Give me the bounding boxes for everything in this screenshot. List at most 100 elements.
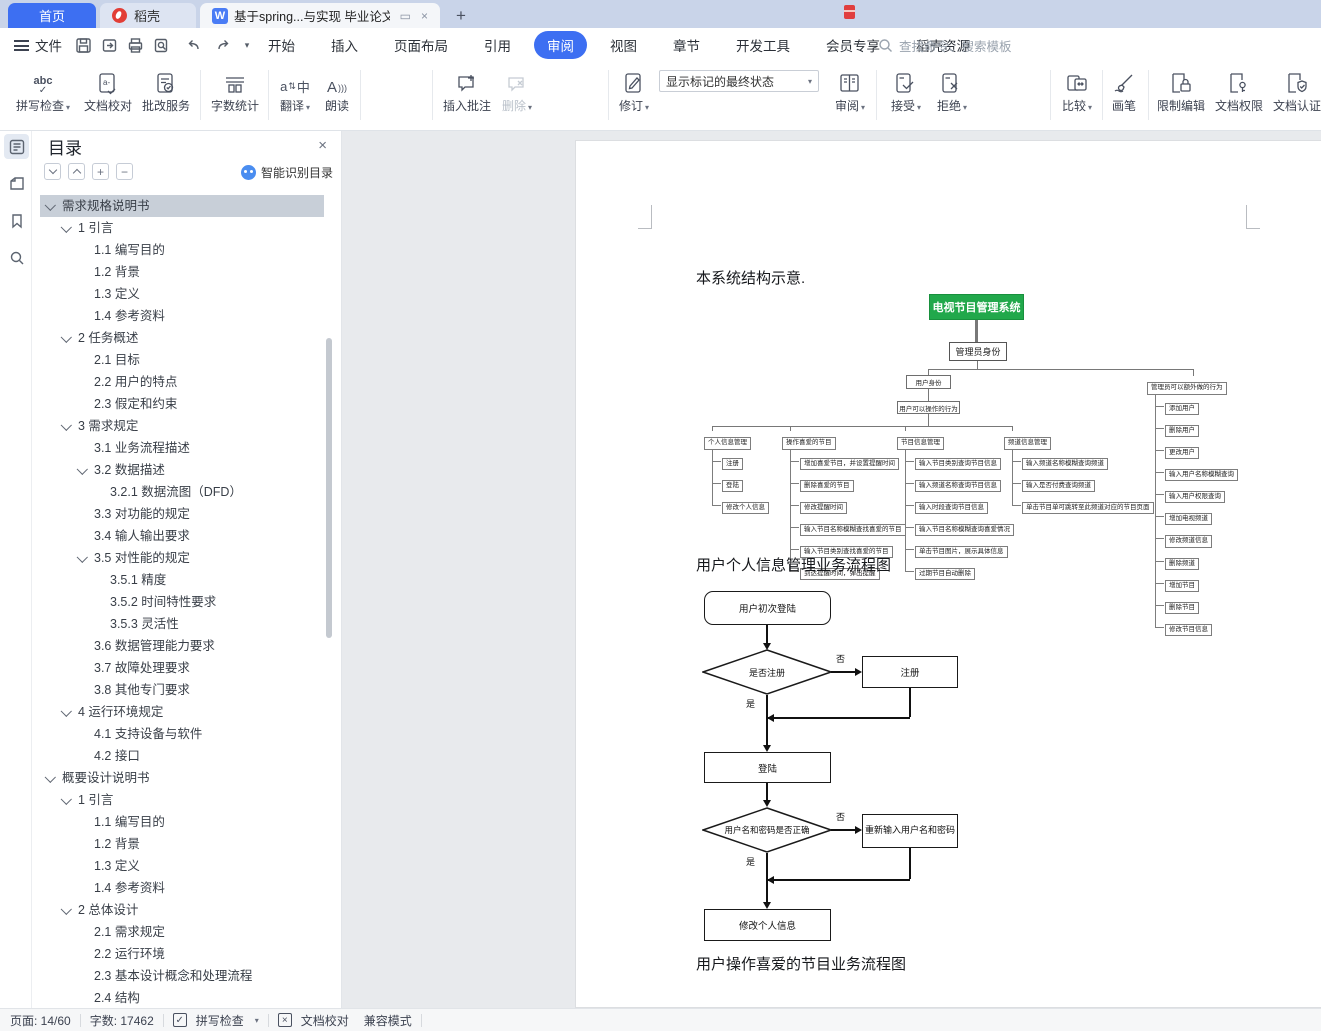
chevron-down-icon[interactable] [44,771,56,783]
new-tab-button[interactable]: + [450,5,472,27]
toc-item[interactable]: 1 引言 [40,789,324,811]
spell-caret-icon[interactable]: ▾ [255,1016,259,1025]
chevron-down-icon[interactable] [60,221,72,233]
toc-item[interactable]: 1.2 背景 [40,261,324,283]
toc-item[interactable]: 4.2 接口 [40,745,324,767]
toc-item[interactable]: 3.7 故障处理要求 [40,657,324,679]
correction-service-button[interactable]: 批改服务 [138,66,194,126]
doc-proof-button[interactable]: a- 文档校对 [80,66,136,126]
word-count-button[interactable]: 字数统计 [206,66,264,126]
toc-item[interactable]: 3.5.2 时间特性要求 [40,591,324,613]
file-menu-button[interactable]: 文件 [14,34,62,56]
brush-button[interactable]: 画笔 [1106,66,1142,126]
restrict-edit-button[interactable]: 限制编辑 [1154,66,1208,126]
insert-comment-button[interactable]: 插入批注 [438,66,496,126]
redo-button[interactable] [212,35,234,55]
toc-item[interactable]: 2.3 假定和约束 [40,393,324,415]
reject-button[interactable]: 拒绝 ▾ [930,66,974,126]
chevron-down-icon[interactable] [60,903,72,915]
toc-item[interactable]: 3.5 对性能的规定 [40,547,324,569]
toc-item[interactable]: 3.6 数据管理能力要求 [40,635,324,657]
print-preview-button[interactable] [150,35,172,55]
toc-item[interactable]: 2.4 结构 [40,987,324,1009]
search-panel-icon[interactable] [4,245,29,270]
spell-check-status[interactable]: 拼写检查 [196,1012,244,1029]
menu-tab-开始[interactable]: 开始 [255,31,308,59]
toc-item[interactable]: 3.3 对功能的规定 [40,503,324,525]
smart-recognize-button[interactable]: 智能识别目录 [240,164,333,181]
toc-item[interactable]: 1.2 背景 [40,833,324,855]
tab-home[interactable]: 首页 [8,3,96,28]
translate-button[interactable]: a ⇅ 中 翻译 ▾ [274,66,316,126]
chevron-down-icon[interactable] [44,199,56,211]
toc-item[interactable]: 1.3 定义 [40,283,324,305]
document-canvas[interactable]: 本系统结构示意. 电视节目管理系统 管理员身份 用户身份 用户可以操作的行为 个… [342,131,1321,1008]
menu-tab-审阅[interactable]: 审阅 [534,31,587,59]
toc-panel-icon[interactable] [4,134,29,159]
chevron-down-icon[interactable] [76,463,88,475]
menu-tab-章节[interactable]: 章节 [660,31,713,59]
toc-item[interactable]: 1.3 定义 [40,855,324,877]
chevron-down-icon[interactable] [60,793,72,805]
tab-docer[interactable]: 稻壳 [100,3,196,28]
toc-item[interactable]: 2.1 目标 [40,349,324,371]
print-button[interactable] [124,35,146,55]
toc-item[interactable]: 2 总体设计 [40,899,324,921]
close-tab-icon[interactable]: × [421,9,428,23]
toc-item[interactable]: 概要设计说明书 [40,767,324,789]
zoom-out-outline-button[interactable]: − [116,163,133,180]
toc-item[interactable]: 2.1 需求规定 [40,921,324,943]
toc-item[interactable]: 4.1 支持设备与软件 [40,723,324,745]
red-packet-icon[interactable] [844,5,855,19]
toc-item[interactable]: 3.4 输人输出要求 [40,525,324,547]
menu-tab-插入[interactable]: 插入 [318,31,371,59]
toc-item[interactable]: 3.5.3 灵活性 [40,613,324,635]
spell-check-toggle-icon[interactable]: ✓ [172,1013,187,1027]
delete-comment-button[interactable]: 删除 ▾ [498,66,536,126]
toc-item[interactable]: 1.1 编写目的 [40,811,324,833]
toc-item[interactable]: 2 任务概述 [40,327,324,349]
command-search[interactable]: 查找命令、搜索模板 [878,36,1012,55]
toc-item[interactable]: 3 需求规定 [40,415,324,437]
chevron-down-icon[interactable] [60,705,72,717]
word-count-indicator[interactable]: 字数: 17462 [90,1012,154,1029]
toc-item[interactable]: 3.8 其他专门要求 [40,679,324,701]
markup-state-combobox[interactable]: 显示标记的最终状态 ▾ [659,70,819,92]
compare-button[interactable]: 比较 ▾ [1056,66,1098,126]
toc-item[interactable]: 2.3 基本设计概念和处理流程 [40,965,324,987]
toc-item[interactable]: 3.1 业务流程描述 [40,437,324,459]
page-indicator[interactable]: 页面: 14/60 [10,1012,71,1029]
chevron-down-icon[interactable] [76,551,88,563]
toc-scrollbar[interactable] [326,338,332,638]
toc-item[interactable]: 1.4 参考资料 [40,877,324,899]
track-changes-button[interactable]: 修订 ▾ [614,66,654,126]
doc-proof-toggle-icon[interactable]: × [277,1013,292,1027]
chevron-down-icon[interactable] [60,331,72,343]
tab-document[interactable]: W 基于spring...与实现 毕业论文 ▭ × [200,3,440,28]
toc-item[interactable]: 1.4 参考资料 [40,305,324,327]
export-button[interactable] [98,35,120,55]
tag-icon[interactable] [4,171,29,196]
toc-item[interactable]: 1.1 编写目的 [40,239,324,261]
doc-proof-status[interactable]: 文档校对 [301,1012,349,1029]
review-button[interactable]: 审阅 ▾ [830,66,870,126]
menu-tab-开发工具[interactable]: 开发工具 [723,31,803,59]
toc-item[interactable]: 3.2.1 数据流图（DFD） [40,481,324,503]
doc-verify-button[interactable]: 文档认证 [1270,66,1321,126]
collapse-all-button[interactable] [68,163,85,180]
menu-tab-视图[interactable]: 视图 [597,31,650,59]
toc-item[interactable]: 2.2 用户的特点 [40,371,324,393]
zoom-in-outline-button[interactable]: + [92,163,109,180]
toc-item[interactable]: 4 运行环境规定 [40,701,324,723]
toc-item[interactable]: 1 引言 [40,217,324,239]
menu-tab-引用[interactable]: 引用 [471,31,524,59]
save-button[interactable] [72,35,94,55]
menu-tab-页面布局[interactable]: 页面布局 [381,31,461,59]
chevron-down-icon[interactable] [60,419,72,431]
expand-all-button[interactable] [44,163,61,180]
read-aloud-button[interactable]: A))) 朗读 [318,66,356,126]
toc-close-icon[interactable]: × [318,137,327,154]
doc-permission-button[interactable]: 文档权限 [1212,66,1266,126]
toc-item[interactable]: 3.5.1 精度 [40,569,324,591]
toc-item[interactable]: 2.2 运行环境 [40,943,324,965]
